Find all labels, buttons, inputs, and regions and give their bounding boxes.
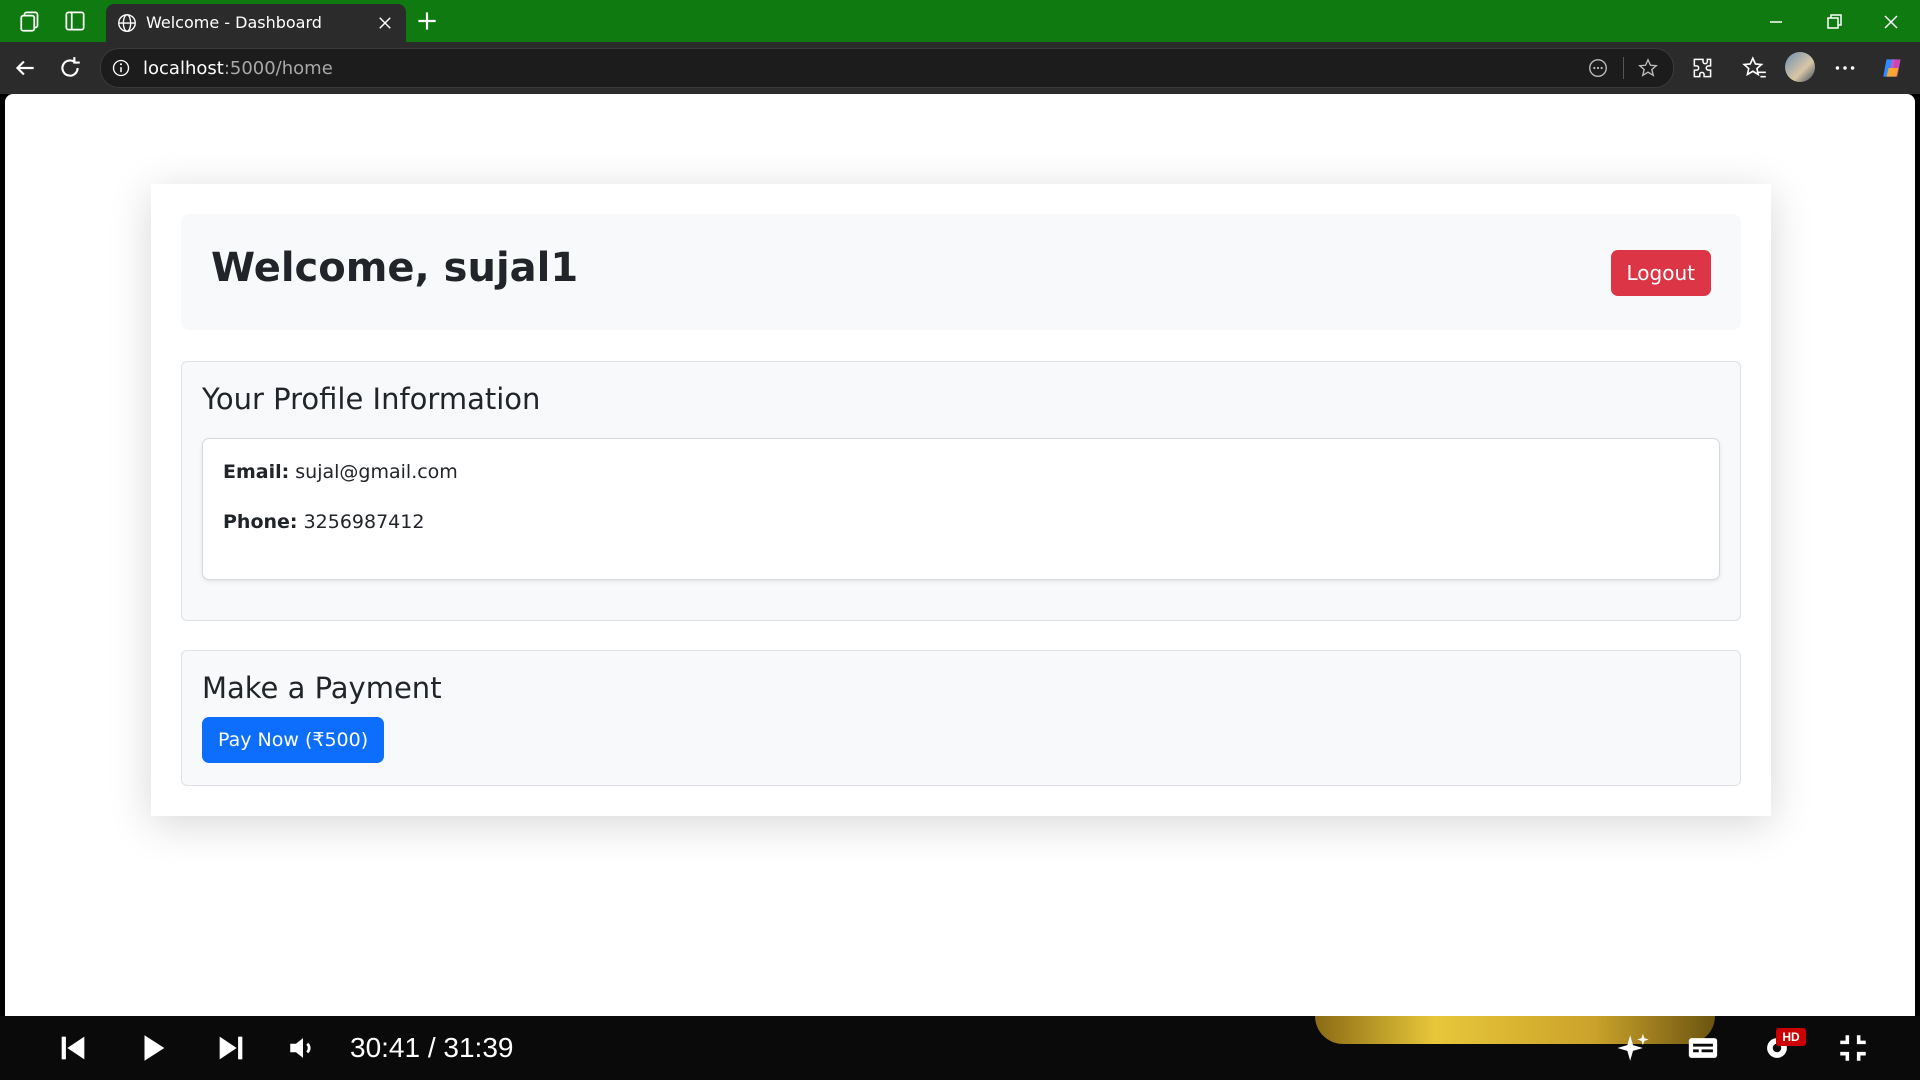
sparkle-icon[interactable] (1616, 1031, 1650, 1065)
url-host: localhost (143, 58, 224, 79)
browser-titlebar: Welcome - Dashboard (0, 0, 1920, 42)
payment-section: Make a Payment Pay Now (₹500) (181, 650, 1741, 786)
extensions-icon[interactable] (1690, 55, 1716, 81)
back-arrow-icon[interactable] (12, 55, 38, 81)
site-info-icon[interactable] (111, 58, 131, 78)
subtitles-icon[interactable] (1686, 1031, 1720, 1065)
tab-welcome-dashboard[interactable]: Welcome - Dashboard (106, 4, 406, 42)
email-row: Email: sujal@gmail.com (223, 461, 458, 483)
play-icon[interactable] (136, 1031, 170, 1065)
new-tab-icon[interactable] (414, 8, 440, 34)
email-value: sujal@gmail.com (295, 461, 458, 483)
workspaces-icon[interactable] (18, 8, 44, 34)
phone-label: Phone: (223, 511, 298, 533)
minimize-icon[interactable] (1764, 10, 1788, 34)
favorite-star-icon[interactable] (1637, 57, 1659, 79)
globe-icon (118, 14, 136, 32)
favorites-icon[interactable] (1742, 55, 1768, 81)
profile-card: Email: sujal@gmail.com Phone: 3256987412 (202, 438, 1720, 580)
copilot-icon[interactable] (1880, 55, 1906, 81)
video-thumbnail-strip (1315, 1016, 1715, 1044)
payment-heading: Make a Payment (202, 671, 442, 705)
reader-mode-icon[interactable] (1587, 57, 1609, 79)
restore-icon[interactable] (1822, 10, 1846, 34)
refresh-icon[interactable] (57, 55, 83, 81)
pay-now-button[interactable]: Pay Now (₹500) (202, 717, 385, 763)
logout-button[interactable]: Logout (1610, 250, 1711, 296)
video-player-controls: 30:41 / 31:39 HD (0, 1016, 1920, 1080)
welcome-header: Welcome, sujal1 Logout (181, 214, 1741, 330)
browser-toolbar: localhost:5000/home (0, 42, 1920, 94)
profile-avatar[interactable] (1785, 52, 1815, 82)
email-label: Email: (223, 461, 290, 483)
divider (1623, 57, 1624, 79)
volume-icon[interactable] (286, 1031, 320, 1065)
url-path: :5000/home (223, 58, 333, 79)
address-bar[interactable]: localhost:5000/home (100, 48, 1674, 88)
dashboard-container: Welcome, sujal1 Logout Your Profile Info… (151, 184, 1771, 816)
next-icon[interactable] (214, 1031, 248, 1065)
phone-value: 3256987412 (303, 511, 425, 533)
video-timecode: 30:41 / 31:39 (350, 1032, 514, 1063)
phone-row: Phone: 3256987412 (223, 511, 424, 533)
tab-title: Welcome - Dashboard (146, 13, 322, 32)
welcome-heading: Welcome, sujal1 (211, 245, 579, 291)
profile-heading: Your Profile Information (202, 382, 541, 416)
exit-fullscreen-icon[interactable] (1836, 1031, 1870, 1065)
close-tab-icon[interactable] (376, 14, 394, 32)
vertical-tabs-icon[interactable] (62, 8, 88, 34)
url-text[interactable]: localhost:5000/home (143, 58, 333, 79)
page-viewport: Welcome, sujal1 Logout Your Profile Info… (5, 94, 1915, 1016)
close-window-icon[interactable] (1879, 10, 1903, 34)
more-options-icon[interactable] (1832, 55, 1858, 81)
hd-badge: HD (1776, 1028, 1806, 1046)
profile-section: Your Profile Information Email: sujal@gm… (181, 361, 1741, 621)
previous-icon[interactable] (56, 1031, 90, 1065)
